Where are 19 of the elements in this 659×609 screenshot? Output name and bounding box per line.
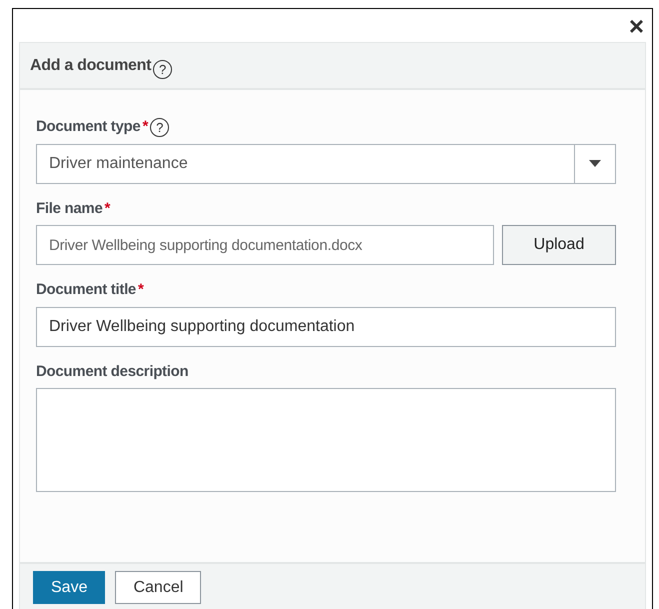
dialog-title: Add a document [30, 56, 152, 76]
required-asterisk: * [138, 280, 144, 300]
required-asterisk: * [104, 198, 110, 218]
save-button[interactable]: Save [33, 571, 106, 604]
document-description-field[interactable] [36, 388, 616, 492]
required-asterisk: * [142, 117, 148, 137]
document-title-field[interactable]: Driver Wellbeing supporting documentation [36, 306, 616, 346]
help-icon[interactable]: ? [150, 118, 170, 137]
field-label: Document title [36, 280, 136, 300]
field-label: File name [36, 198, 102, 218]
file-name-field[interactable]: Driver Wellbeing supporting documentation.docx [36, 225, 494, 265]
close-button[interactable]: × [628, 12, 644, 38]
field-label: Document description [36, 362, 188, 382]
cancel-button[interactable]: Cancel [115, 571, 202, 604]
caret-icon [589, 160, 601, 167]
upload-button[interactable]: Upload [502, 225, 616, 265]
field-label: Document type [36, 117, 140, 137]
help-icon[interactable]: ? [153, 60, 172, 79]
document-type-select[interactable]: Driver maintenance [36, 144, 616, 184]
